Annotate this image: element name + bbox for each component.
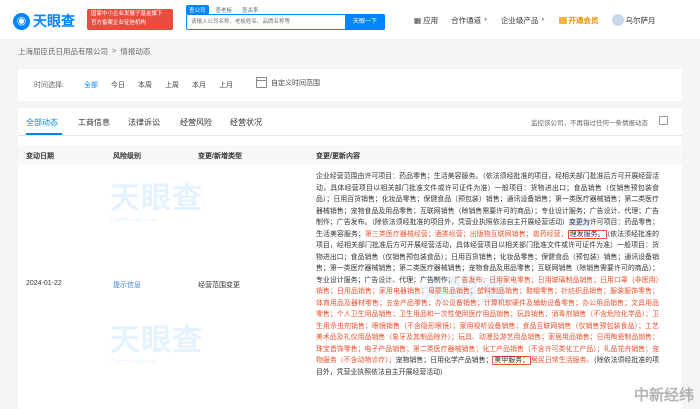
corner-watermark: 中新经纬 — [633, 387, 694, 404]
content-after: 宠物销售；日用化学产品销售； — [395, 357, 493, 364]
watermark-sub: TianYancha.com — [110, 359, 157, 365]
category-tabs: 全部动态 工商信息 法律诉讼 经营风险 经营状况 监控该公司，不再错过任何一条情… — [18, 108, 682, 136]
avatar — [611, 14, 624, 26]
watermark-logo: 天眼查 TianYancha.com — [110, 315, 203, 365]
nav-vip[interactable]: 开通会员 — [558, 15, 599, 26]
tab-status[interactable]: 经营状况 — [230, 117, 262, 128]
nav-enterprise[interactable]: 企业级产品 ▼ — [501, 15, 545, 26]
chevron-down-icon: ▼ — [540, 17, 546, 23]
top-header: ◉ 天眼查 国家中小企业发展子基金旗下 官方备案企业征信机构 查公司 查老板 查… — [0, 0, 700, 40]
tab-litigation[interactable]: 法律诉讼 — [128, 117, 160, 128]
active-tab-indicator — [26, 133, 62, 135]
time-option-last-week[interactable]: 上周 — [165, 80, 179, 90]
tab-risk[interactable]: 经营风险 — [180, 117, 212, 128]
promo-banner[interactable]: 国家中小企业发展子基金旗下 官方备案企业征信机构 — [87, 9, 173, 30]
chevron-down-icon: ▼ — [483, 17, 489, 23]
cell-risk-level[interactable]: 提示信息 — [113, 280, 141, 290]
watermark-text: 天眼查 — [110, 324, 203, 357]
nav-app[interactable]: ▦ 应用 — [414, 15, 438, 26]
custom-range-label: 自定义时间范围 — [271, 79, 320, 87]
time-option-this-month[interactable]: 本月 — [192, 80, 206, 90]
site-logo[interactable]: ◉ 天眼查 — [13, 11, 75, 31]
boxed-item: 理发服务。 — [567, 229, 607, 239]
nav-enterprise-label: 企业级产品 — [501, 15, 539, 25]
col-content: 变更/更新内容 — [316, 153, 360, 160]
watermark-text: 天眼查 — [110, 182, 203, 215]
cell-date: 2024-01-22 — [26, 280, 62, 287]
grid-icon: ▦ — [414, 15, 422, 25]
breadcrumb-separator: > — [112, 46, 117, 55]
time-option-this-week[interactable]: 本周 — [138, 80, 152, 90]
logo-text: 天眼查 — [33, 13, 75, 29]
added-item: 日用家电零售；日用玻璃制品销售；日用口罩（非医用）销售；日用品销售；家用电器销售… — [316, 276, 660, 365]
monitor-hint[interactable]: 监控该公司，不再错过任何一条情报动态 — [531, 117, 648, 127]
tab-all[interactable]: 全部动态 — [26, 117, 58, 128]
col-type: 变更/新增类型 — [198, 153, 242, 160]
search-input[interactable] — [187, 15, 347, 29]
custom-range-button[interactable]: 自定义时间范围 — [256, 77, 320, 88]
time-option-all[interactable]: 全部 — [84, 80, 98, 90]
top-nav: ▦ 应用 合作通道 ▼ 企业级产品 ▼ 开通会员 乌尔萨月 — [414, 14, 656, 26]
breadcrumb-company[interactable]: 上海屈臣氏日用品有限公司 — [18, 46, 108, 57]
time-filter-options: 全部 今日 本周 上周 本月 上月 — [84, 80, 233, 90]
watermark-logo: 天眼查 TianYancha.com — [110, 173, 203, 223]
search-button[interactable]: 天眼一下 — [345, 14, 385, 30]
nav-user-label: 乌尔萨月 — [625, 15, 656, 25]
cell-change-content: 企业经营范围由许可项目：药品零售；生活美容服务。（依法须经批准的项目，经相关部门… — [316, 171, 659, 378]
table-row: 天眼查 TianYancha.com 天眼查 TianYancha.com 天眼查 T… — [18, 165, 682, 409]
promo-line-1: 国家中小企业发展子基金旗下 — [91, 11, 163, 17]
added-item: 居民日常生活服务。 — [531, 357, 594, 364]
calendar-icon — [256, 77, 267, 88]
nav-app-label: 应用 — [423, 15, 439, 25]
col-date: 变动日期 — [26, 153, 54, 160]
table-header: 变动日期 风险级别 变更/新增类型 变更/更新内容 — [18, 145, 682, 165]
time-option-today[interactable]: 今日 — [111, 80, 125, 90]
added-item: 第三类医疗器械经营；酒类经营；出版物互联网销售；兽药经营； — [364, 230, 568, 238]
logo-eye-icon: ◉ — [13, 12, 30, 30]
nav-partner-label: 合作通道 — [451, 15, 482, 25]
nav-partner[interactable]: 合作通道 ▼ — [451, 15, 488, 26]
nav-user[interactable]: 乌尔萨月 — [611, 14, 656, 26]
search-box: 天眼一下 — [186, 14, 385, 30]
col-risk: 风险级别 — [113, 153, 141, 160]
tab-business-info[interactable]: 工商信息 — [78, 117, 110, 128]
time-filter-card: 时间选择: 全部 今日 本周 上周 本月 上月 自定义时间范围 — [18, 69, 682, 101]
breadcrumb: 上海屈臣氏日用品有限公司 > 情报动态 — [18, 46, 150, 57]
changed-to-label: 变更为 — [568, 219, 590, 226]
expand-icon[interactable] — [659, 116, 668, 125]
nav-vip-label: 开通会员 — [568, 15, 599, 25]
boxed-item: 美甲服务； — [492, 356, 531, 365]
intel-card: 全部动态 工商信息 法律诉讼 经营风险 经营状况 监控该公司，不再错过任何一条情… — [18, 108, 682, 409]
time-option-last-month[interactable]: 上月 — [219, 80, 233, 90]
cell-change-type: 经营范围变更 — [198, 282, 240, 289]
time-filter-label: 时间选择: — [34, 82, 64, 89]
added-item: 广告发布； — [454, 276, 490, 284]
crown-icon — [558, 16, 567, 24]
breadcrumb-current: 情报动态 — [120, 47, 151, 56]
watermark-sub: TianYancha.com — [110, 217, 157, 223]
promo-line-2: 官方备案企业征信机构 — [91, 20, 147, 26]
